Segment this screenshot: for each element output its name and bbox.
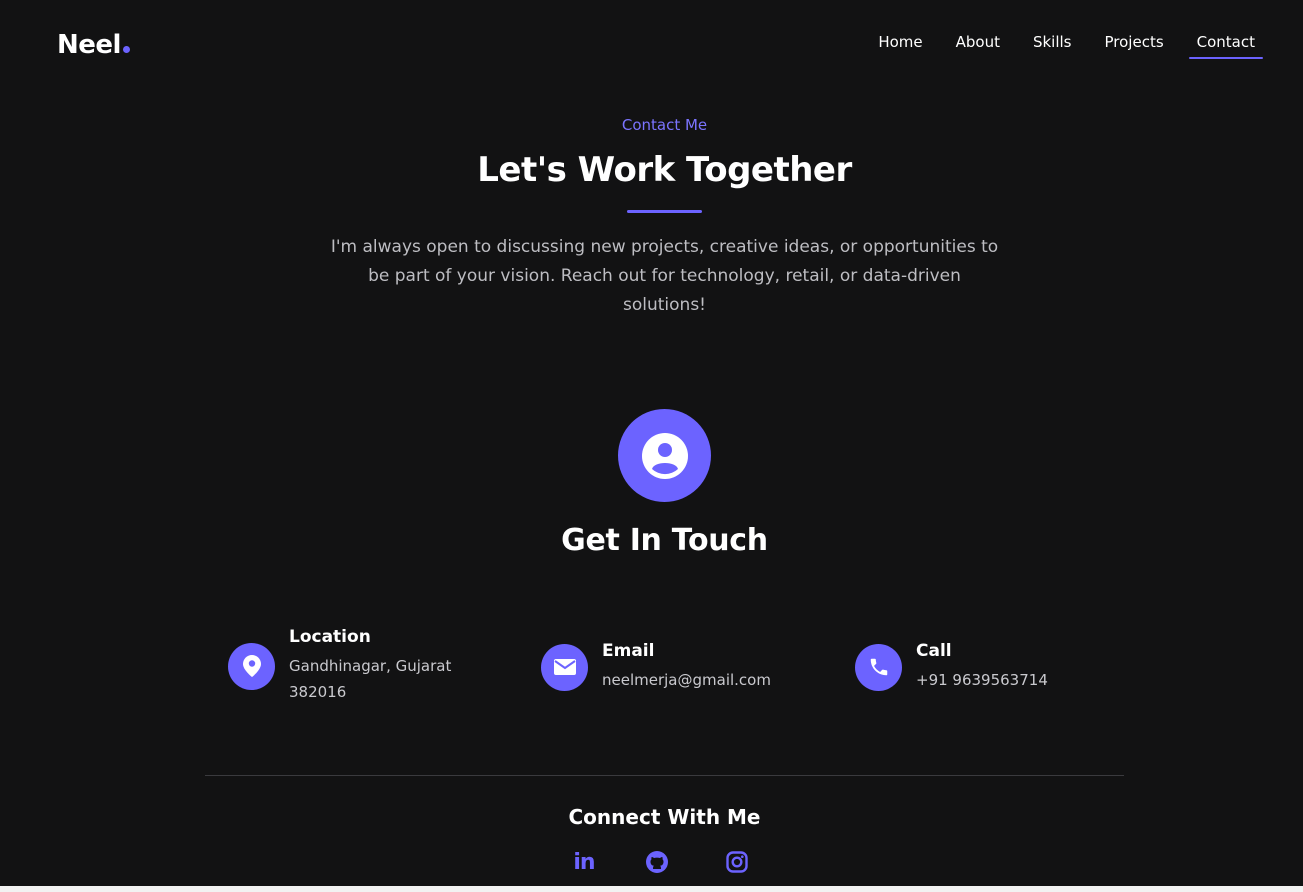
- main-nav: Home About Skills Projects Contact: [853, 32, 1264, 59]
- nav-home[interactable]: Home: [870, 32, 930, 59]
- github-icon[interactable]: [644, 849, 670, 875]
- social-links: in: [0, 849, 1303, 879]
- section-eyebrow: Contact Me: [621, 116, 708, 134]
- nav-projects[interactable]: Projects: [1097, 32, 1172, 59]
- location-pin-icon: [228, 642, 275, 690]
- linkedin-icon[interactable]: in: [571, 849, 597, 875]
- bottom-strip: [0, 886, 1303, 892]
- get-in-touch-title: Get In Touch: [561, 523, 768, 558]
- contact-email: Email neelmerja@gmail.com: [541, 641, 771, 693]
- contact-email-label: Email: [602, 641, 655, 661]
- contact-page: Neel Home About Skills Projects Contact …: [0, 0, 1303, 892]
- section-title: Let's Work Together: [477, 150, 852, 190]
- contact-location-value: Gandhinagar, Gujarat 382016: [289, 657, 452, 701]
- title-underline: [627, 210, 702, 213]
- nav-skills[interactable]: Skills: [1025, 32, 1080, 59]
- nav-contact[interactable]: Contact: [1188, 32, 1264, 59]
- site-logo[interactable]: Neel: [57, 30, 130, 60]
- contact-email-value[interactable]: neelmerja@gmail.com: [602, 667, 771, 693]
- linkedin-glyph: in: [573, 849, 595, 875]
- instagram-icon[interactable]: [724, 849, 750, 875]
- user-circle-icon: [618, 409, 711, 502]
- contact-call-value[interactable]: +91 9639563714: [916, 667, 1048, 693]
- section-divider: [205, 775, 1124, 776]
- logo-dot: [122, 46, 130, 53]
- contact-call: Call +91 9639563714: [855, 641, 1048, 693]
- connect-title: Connect With Me: [568, 805, 761, 829]
- envelope-icon: [541, 643, 588, 691]
- contact-location: Location Gandhinagar, Gujarat 382016: [228, 627, 469, 705]
- contact-call-label: Call: [916, 641, 952, 661]
- section-intro: I'm always open to discussing new projec…: [330, 237, 999, 315]
- logo-text: Neel: [57, 30, 121, 60]
- contact-location-label: Location: [289, 627, 371, 647]
- nav-about[interactable]: About: [948, 32, 1008, 59]
- phone-icon: [855, 643, 902, 691]
